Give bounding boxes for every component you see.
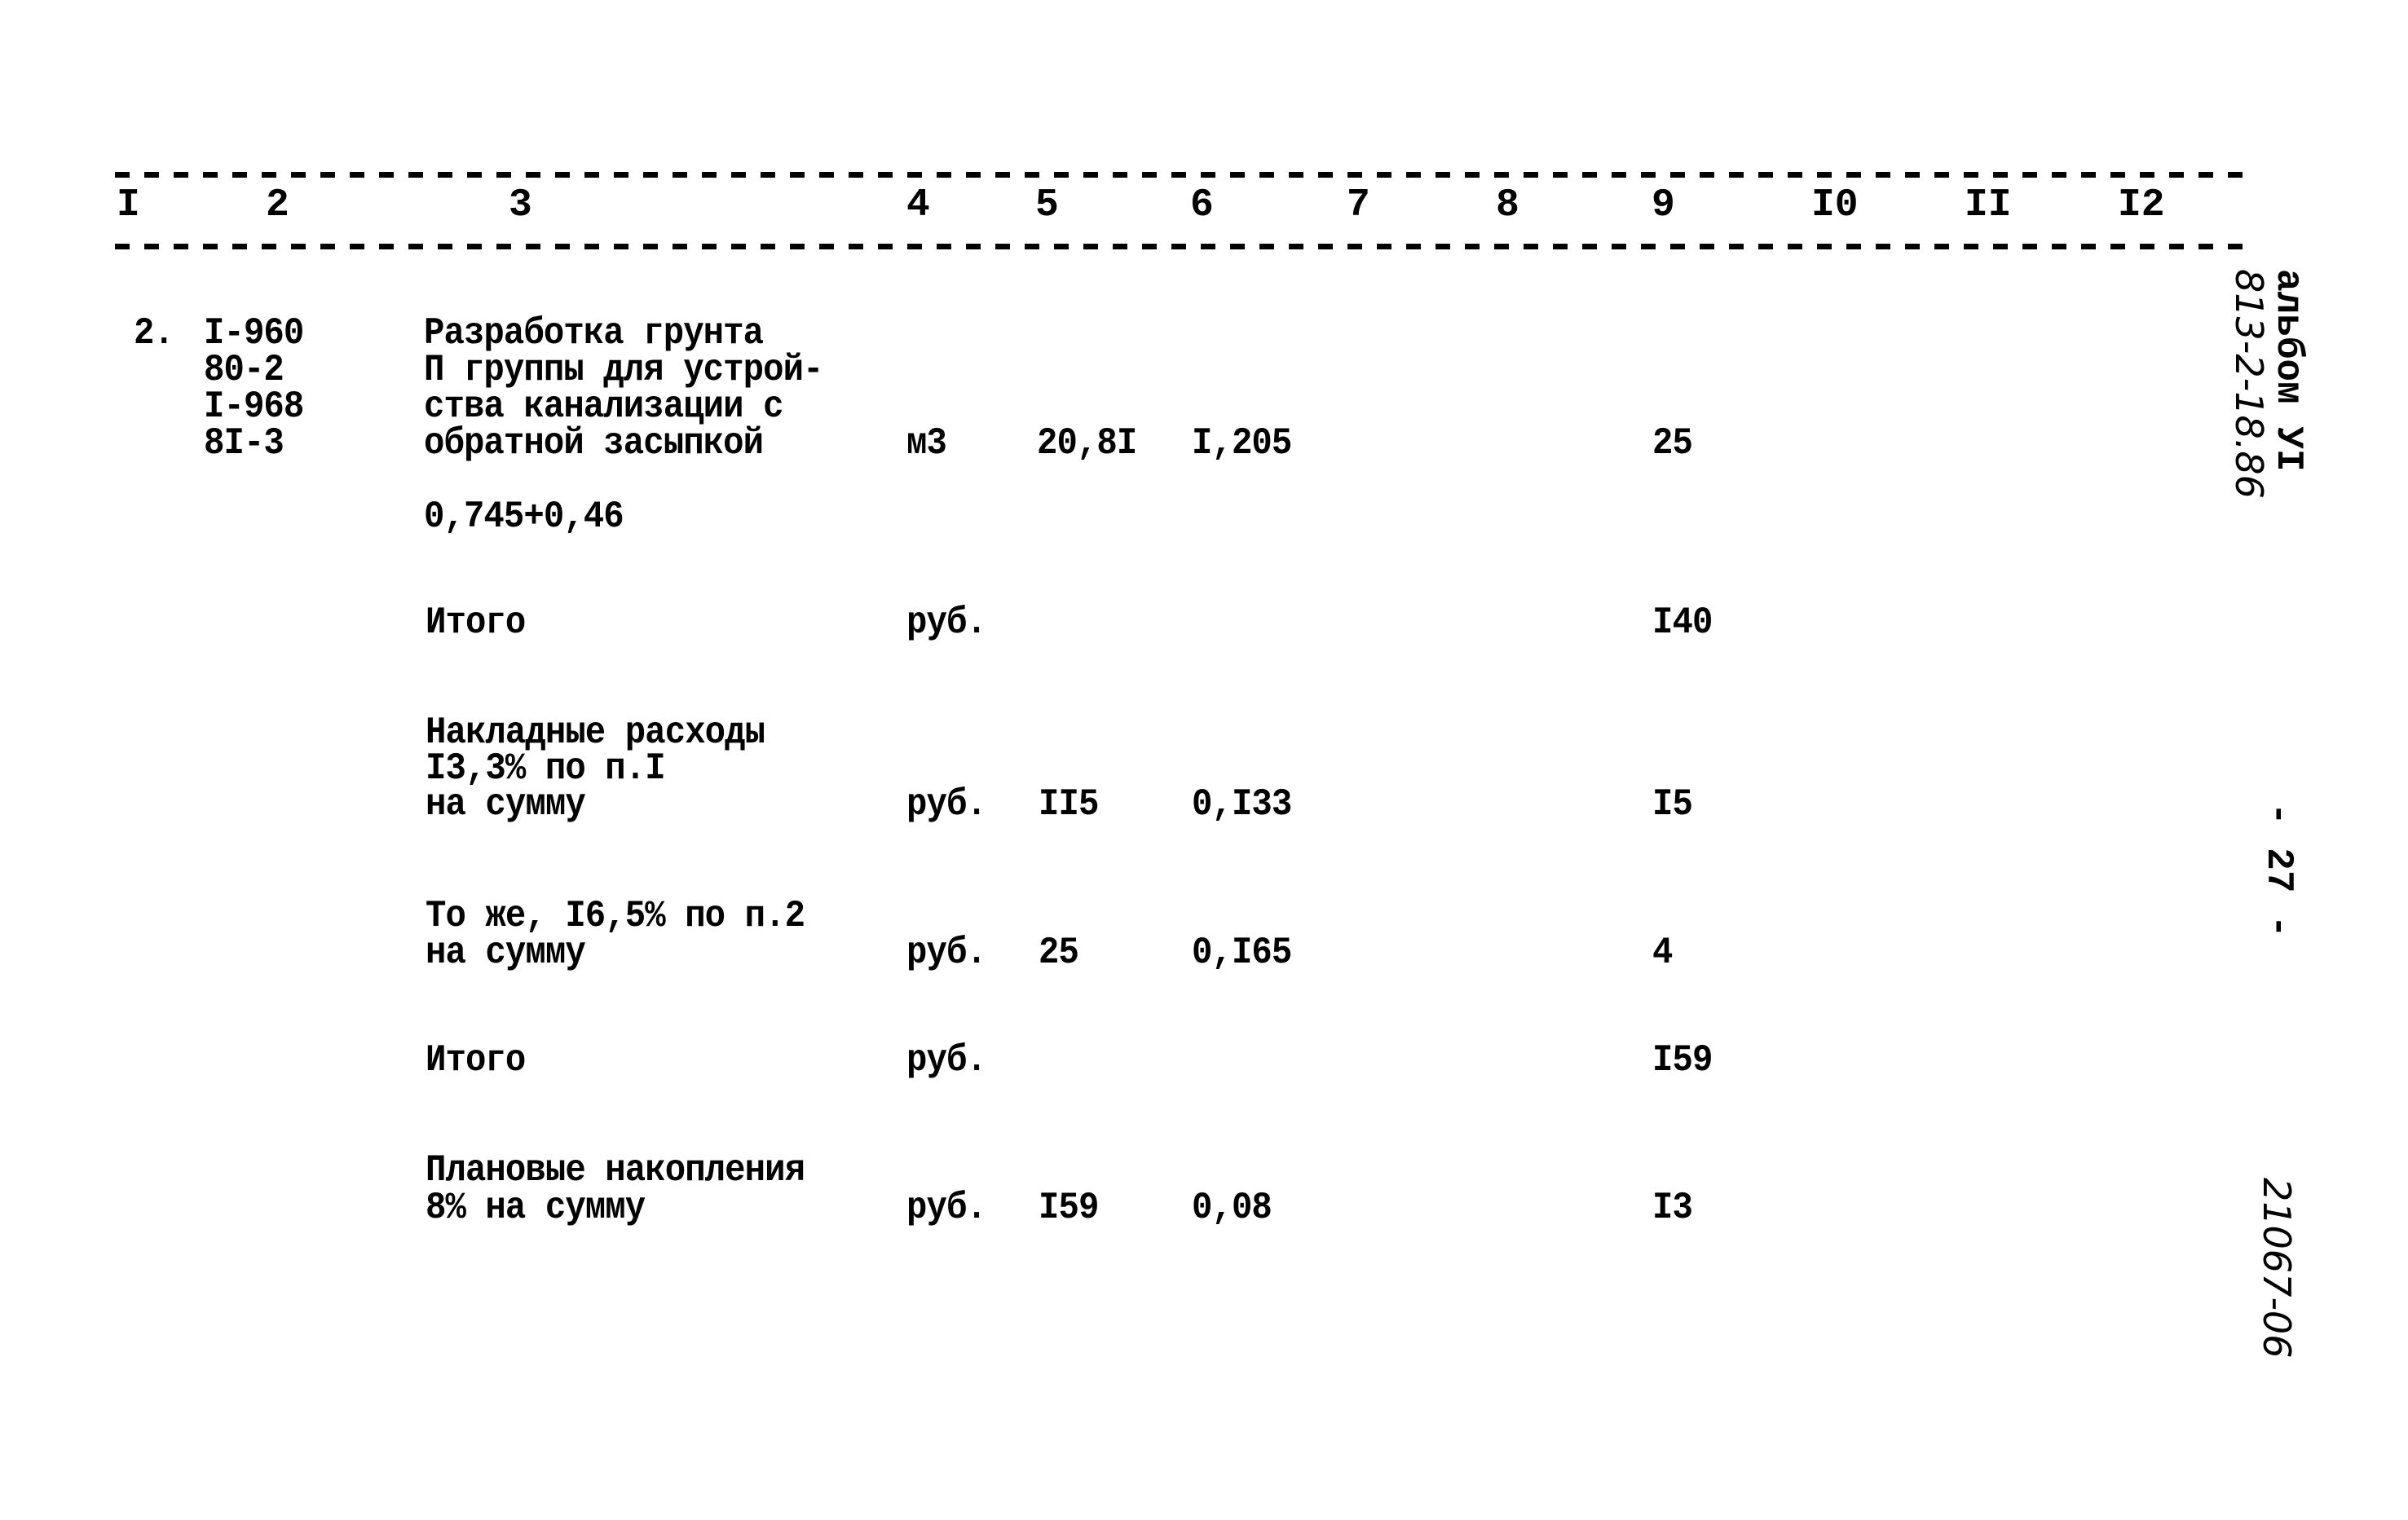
- item-description-line: обратной засыпкой: [424, 422, 764, 465]
- row-total: I59: [1652, 1039, 1713, 1082]
- row-label: 8% на сумму: [426, 1187, 646, 1229]
- row-base: II5: [1039, 783, 1099, 826]
- column-header-7: 7: [1347, 183, 1370, 227]
- item-unit: м3: [906, 422, 947, 465]
- row-unit: руб.: [906, 783, 987, 826]
- row-label: на сумму: [426, 783, 586, 826]
- item-description-line: Разработка грунта: [424, 312, 764, 355]
- document-code: 21067-06: [2255, 1178, 2299, 1359]
- row-unit: руб.: [906, 932, 987, 974]
- column-header-11: II: [1965, 183, 2012, 227]
- row-rate: 0,I65: [1192, 932, 1292, 974]
- row-base: 25: [1039, 932, 1079, 974]
- header-bottom-rule: [115, 244, 2247, 249]
- item-rate: I,205: [1192, 422, 1292, 465]
- item-quantity: 20,8I: [1037, 422, 1137, 465]
- item-code: I-968: [204, 386, 304, 428]
- row-unit: руб.: [906, 1187, 987, 1229]
- row-total: I3: [1652, 1187, 1693, 1229]
- item-code: 8I-3: [204, 422, 284, 465]
- row-total: I5: [1652, 783, 1693, 826]
- column-header-6: 6: [1190, 183, 1214, 227]
- item-formula: 0,745+0,46: [424, 496, 624, 538]
- row-total: I40: [1652, 601, 1713, 644]
- item-code: 80-2: [204, 349, 284, 391]
- column-header-8: 8: [1496, 183, 1519, 227]
- header-top-rule: [115, 172, 2247, 178]
- album-code: 813-2-18.86: [2227, 269, 2271, 499]
- column-header-1: I: [117, 183, 140, 227]
- page-number: - 27 -: [2257, 803, 2300, 938]
- item-description-line: ства канализации с: [424, 386, 783, 428]
- row-label: Итого: [426, 1039, 526, 1082]
- album-label: альбом УI: [2267, 269, 2309, 472]
- row-label: I3,3% по п.I: [426, 747, 666, 790]
- row-unit: руб.: [906, 1039, 987, 1082]
- column-header-10: I0: [1811, 183, 1859, 227]
- column-header-2: 2: [266, 183, 289, 227]
- item-number: 2.: [134, 312, 174, 355]
- row-rate: 0,I33: [1192, 783, 1292, 826]
- item-description-line: П группы для устрой-: [424, 349, 823, 391]
- row-label: Накладные расходы: [426, 712, 765, 754]
- row-unit: руб.: [906, 601, 987, 644]
- column-header-5: 5: [1035, 183, 1059, 227]
- item-code: I-960: [204, 312, 304, 355]
- row-label: То же, I6,5% по п.2: [426, 895, 805, 937]
- row-label: на сумму: [426, 932, 586, 974]
- column-header-12: I2: [2118, 183, 2165, 227]
- item-total: 25: [1652, 422, 1693, 465]
- row-rate: 0,08: [1192, 1187, 1272, 1229]
- row-total: 4: [1652, 932, 1673, 974]
- column-header-3: 3: [509, 183, 532, 227]
- column-header-4: 4: [906, 183, 930, 227]
- row-label: Плановые накопления: [426, 1149, 805, 1192]
- row-label: Итого: [426, 601, 526, 644]
- column-header-9: 9: [1652, 183, 1675, 227]
- row-base: I59: [1039, 1187, 1099, 1229]
